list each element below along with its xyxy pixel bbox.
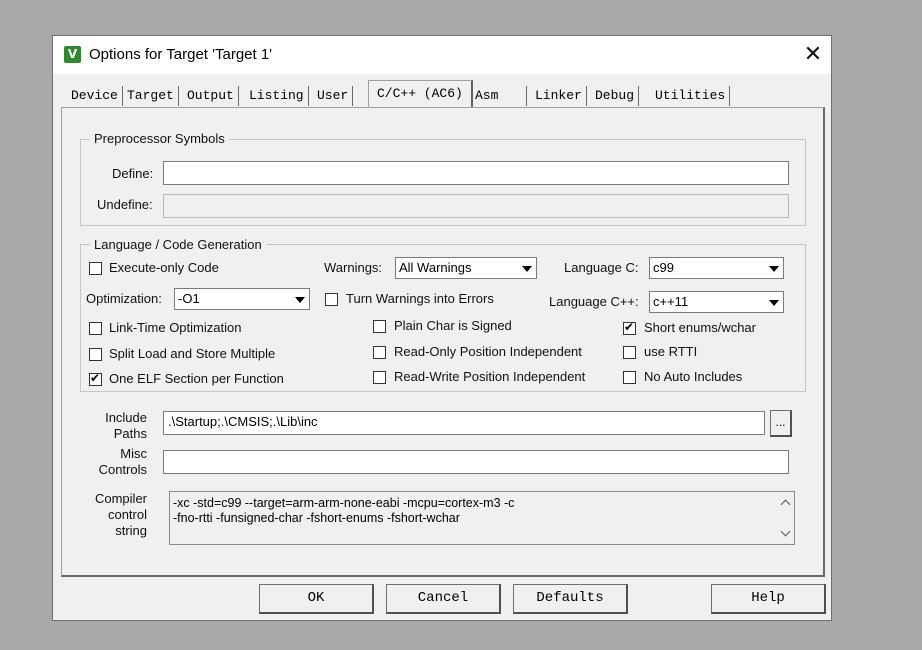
define-label: Define:	[112, 166, 154, 181]
short-enums-label: Short enums/wchar	[644, 320, 756, 335]
ro-pos-indep-checkbox[interactable]	[373, 346, 386, 359]
language-c-value: c99	[653, 260, 674, 275]
compiler-control-label: Compiler control string	[94, 491, 147, 538]
no-auto-includes-label: No Auto Includes	[644, 369, 743, 384]
no-auto-includes-checkbox[interactable]	[623, 371, 636, 384]
link-time-opt-checkbox[interactable]	[89, 322, 102, 335]
compiler-control-line1: -xc -std=c99 --target=arm-arm-none-eabi …	[173, 496, 515, 510]
undefine-input[interactable]	[163, 194, 789, 218]
misc-controls-label: Misc Controls	[98, 446, 147, 477]
preprocessor-legend: Preprocessor Symbols	[90, 131, 229, 146]
ok-button[interactable]: OK	[259, 584, 374, 614]
tab-user[interactable]: User	[313, 86, 354, 106]
optimization-select[interactable]: -O1	[174, 288, 310, 310]
include-paths-label: Include Paths	[105, 410, 147, 441]
warnings-label: Warnings:	[324, 260, 383, 275]
codegen-legend: Language / Code Generation	[90, 237, 266, 252]
use-rtti-label: use RTTI	[644, 344, 698, 359]
include-paths-browse-button[interactable]: ...	[770, 410, 792, 437]
link-time-opt-label: Link-Time Optimization	[109, 320, 242, 335]
rw-pos-indep-checkbox[interactable]	[373, 371, 386, 384]
tab-cpp-ac6[interactable]: C/C++ (AC6)	[368, 80, 473, 108]
scroll-down-icon[interactable]	[779, 528, 791, 540]
optimization-label: Optimization:	[86, 291, 162, 306]
chevron-down-icon	[764, 293, 782, 311]
title-bar: V Options for Target 'Target 1' ✕	[53, 36, 831, 74]
close-icon[interactable]: ✕	[799, 41, 827, 69]
include-paths-input[interactable]: .\Startup;.\CMSIS;.\Lib\inc	[163, 411, 765, 435]
tab-target[interactable]: Target	[123, 86, 179, 106]
plain-char-signed-checkbox[interactable]	[373, 320, 386, 333]
turn-warnings-errors-checkbox[interactable]	[325, 293, 338, 306]
tab-debug[interactable]: Debug	[591, 86, 640, 106]
tab-asm[interactable]: Asm	[471, 86, 527, 106]
compiler-control-textarea[interactable]: -xc -std=c99 --target=arm-arm-none-eabi …	[169, 491, 795, 545]
tab-linker[interactable]: Linker	[531, 86, 587, 106]
language-c-select[interactable]: c99	[649, 257, 784, 279]
define-input[interactable]	[163, 161, 789, 185]
chevron-down-icon	[764, 259, 782, 277]
execute-only-checkbox[interactable]	[89, 262, 102, 275]
warnings-value: All Warnings	[399, 260, 472, 275]
split-load-store-checkbox[interactable]	[89, 348, 102, 361]
tab-listing[interactable]: Listing	[245, 86, 309, 106]
plain-char-signed-label: Plain Char is Signed	[394, 318, 512, 333]
language-c-label: Language C:	[564, 260, 639, 275]
tab-utilities[interactable]: Utilities	[651, 86, 731, 106]
dialog-title: Options for Target 'Target 1'	[89, 46, 273, 63]
warnings-select[interactable]: All Warnings	[395, 257, 537, 279]
compiler-control-line2: -fno-rtti -funsigned-char -fshort-enums …	[173, 511, 460, 525]
language-cpp-value: c++11	[653, 294, 689, 309]
tab-output[interactable]: Output	[183, 86, 239, 106]
turn-warnings-errors-label: Turn Warnings into Errors	[346, 291, 494, 306]
split-load-store-label: Split Load and Store Multiple	[109, 346, 276, 361]
chevron-down-icon	[517, 259, 535, 277]
short-enums-checkbox[interactable]	[623, 320, 636, 335]
undefine-label: Undefine:	[97, 197, 153, 212]
one-elf-section-label: One ELF Section per Function	[109, 371, 284, 386]
language-cpp-select[interactable]: c++11	[649, 291, 784, 313]
tab-device[interactable]: Device	[67, 86, 123, 106]
ro-pos-indep-label: Read-Only Position Independent	[394, 344, 582, 359]
language-cpp-label: Language C++:	[549, 294, 639, 309]
keil-app-icon: V	[64, 46, 81, 63]
optimization-value: -O1	[178, 291, 200, 306]
chevron-down-icon	[290, 290, 308, 308]
one-elf-section-checkbox[interactable]	[89, 371, 102, 386]
options-dialog: V Options for Target 'Target 1' ✕ Device…	[52, 35, 832, 621]
rw-pos-indep-label: Read-Write Position Independent	[394, 369, 586, 384]
scroll-up-icon[interactable]	[779, 497, 791, 509]
cancel-button[interactable]: Cancel	[386, 584, 501, 614]
misc-controls-input[interactable]	[163, 450, 789, 474]
use-rtti-checkbox[interactable]	[623, 346, 636, 359]
defaults-button[interactable]: Defaults	[513, 584, 628, 614]
help-button[interactable]: Help	[711, 584, 826, 614]
execute-only-label: Execute-only Code	[109, 260, 219, 275]
